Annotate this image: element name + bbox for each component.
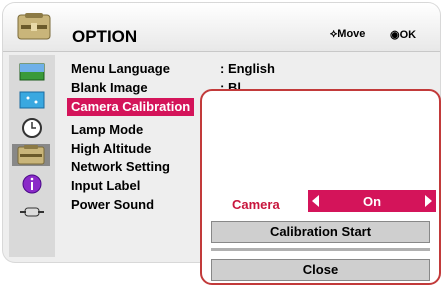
- menu-item-power-sound[interactable]: Power Sound: [71, 197, 154, 212]
- menu-item-high-altitude[interactable]: High Altitude: [71, 141, 151, 156]
- toolbox-icon: [17, 13, 51, 41]
- input-icon[interactable]: [18, 201, 46, 223]
- menu-language-value: : English: [220, 61, 275, 76]
- close-button[interactable]: Close: [211, 259, 430, 281]
- camera-selector[interactable]: On: [308, 190, 436, 212]
- calibration-start-button[interactable]: Calibration Start: [211, 221, 430, 243]
- camera-label: Camera: [232, 197, 280, 212]
- menu-item-blank-image[interactable]: Blank Image: [71, 80, 148, 95]
- menu-item-lamp-mode[interactable]: Lamp Mode: [71, 122, 143, 137]
- menu-item-input-label[interactable]: Input Label: [71, 178, 140, 193]
- category-sidebar: [9, 55, 55, 257]
- move-hint: ⟡Move: [330, 28, 366, 40]
- menu-item-menu-language[interactable]: Menu Language: [71, 61, 170, 76]
- info-icon[interactable]: [18, 173, 46, 195]
- camera-calibration-popup: Camera On Calibration Start Close: [200, 89, 441, 285]
- picture-icon[interactable]: [18, 61, 46, 83]
- page-title: OPTION: [72, 27, 138, 46]
- divider: [211, 248, 430, 251]
- header: OPTION ⟡Move ◉OK: [3, 3, 440, 52]
- option-icon[interactable]: [12, 144, 50, 166]
- clock-icon[interactable]: [18, 117, 46, 139]
- menu-item-camera-calibration[interactable]: Camera Calibration: [67, 98, 195, 116]
- arrow-right-icon[interactable]: [425, 195, 432, 207]
- camera-value: On: [362, 194, 382, 209]
- menu-item-network-setting[interactable]: Network Setting: [71, 159, 170, 174]
- screen-icon[interactable]: [18, 89, 46, 111]
- ok-hint: ◉OK: [390, 29, 417, 41]
- ok-button-icon: ◉: [390, 29, 400, 41]
